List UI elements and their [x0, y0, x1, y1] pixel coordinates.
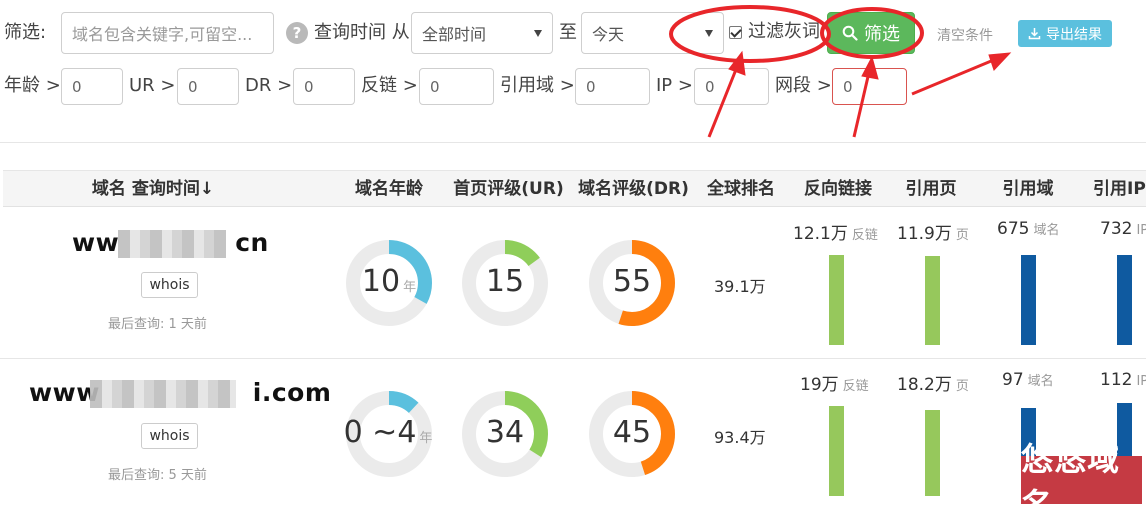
ref-pages-metric: 11.9万页 — [897, 219, 969, 244]
backlinks-value: 19万 — [800, 375, 839, 395]
dr-threshold-input[interactable]: 0 — [293, 68, 355, 105]
dr-value: 55 — [612, 264, 652, 299]
time-from-select[interactable]: 全部时间 — [411, 12, 553, 54]
backlinks-unit: 反链 — [851, 228, 878, 243]
col-backlinks-header: 反向链接 — [804, 179, 872, 199]
time-to-select[interactable]: 今天 — [581, 12, 724, 54]
age-unit: 年 — [419, 431, 433, 446]
ref-ips-unit: IP — [1136, 223, 1146, 238]
ur-threshold-input[interactable]: 0 — [177, 68, 239, 105]
backlinks-bar — [829, 406, 844, 496]
ref-pages-bar — [925, 256, 940, 345]
ref-ips-unit: IP — [1136, 374, 1146, 389]
time-to-value: 今天 — [592, 25, 625, 44]
segment-threshold-input[interactable]: 0 — [832, 68, 907, 105]
backlinks-bar — [829, 255, 844, 345]
clear-conditions-link[interactable]: 清空条件 — [937, 25, 993, 45]
query-time-label: 查询时间 从 — [314, 22, 410, 43]
row-divider — [0, 358, 1146, 359]
col-ref-pages-header: 引用页 — [905, 179, 957, 199]
grey-words-label[interactable]: 过滤灰词 — [748, 20, 820, 44]
table-header: 域名 查询时间↓ 域名年龄 首页评级(UR) 域名评级(DR) 全球排名 反向链… — [3, 170, 1146, 207]
ref-pages-bar — [925, 410, 940, 496]
global-rank: 39.1万 — [714, 277, 766, 296]
col-rank-header: 全球排名 — [707, 179, 775, 199]
backlinks-metric: 12.1万 反链 — [793, 219, 878, 244]
redacted-block — [118, 230, 226, 258]
dr-value: 45 — [612, 415, 652, 450]
backlink-threshold-label: 反链 > — [361, 75, 418, 96]
ur-value: 15 — [485, 264, 525, 299]
filter-button-label: 筛选 — [864, 24, 900, 45]
col-domain-header[interactable]: 域名 查询时间↓ — [63, 171, 243, 208]
segment-threshold-label: 网段 > — [775, 75, 832, 96]
filter-button[interactable]: 筛选 — [827, 12, 915, 54]
chevron-down-icon — [705, 30, 713, 37]
ref-domains-bar — [1021, 255, 1036, 345]
help-icon[interactable]: ? — [286, 22, 308, 44]
ref-domain-threshold-label: 引用域 > — [500, 75, 575, 96]
keyword-input[interactable]: 域名包含关键字,可留空... — [61, 12, 274, 54]
ip-threshold-input[interactable]: 0 — [694, 68, 769, 105]
ref-pages-unit: 页 — [955, 228, 969, 243]
backlinks-unit: 反链 — [842, 379, 869, 394]
col-ref-ips-header: 引用IP — [1093, 179, 1146, 199]
backlinks-value: 12.1万 — [793, 224, 848, 244]
dr-threshold-label: DR > — [245, 75, 293, 96]
global-rank: 93.4万 — [714, 428, 766, 447]
ur-value: 34 — [485, 415, 525, 450]
time-from-value: 全部时间 — [422, 25, 487, 44]
col-ur-header: 首页评级(UR) — [453, 179, 564, 199]
ref-domains-metric: 675 域名 — [997, 219, 1059, 239]
export-button-label: 导出结果 — [1046, 26, 1102, 43]
watermark-logo: 悠悠域名 — [1021, 440, 1142, 511]
last-query-text: 最后查询: 1 天前 — [108, 317, 207, 332]
col-age-header: 域名年龄 — [355, 179, 423, 199]
export-button[interactable]: 导出结果 — [1018, 20, 1112, 47]
age-value: 10 年 — [346, 264, 432, 299]
ref-domains-unit: 域名 — [1033, 223, 1060, 238]
ref-pages-unit: 页 — [955, 379, 969, 394]
whois-button[interactable]: whois — [141, 272, 198, 298]
ref-pages-value: 11.9万 — [897, 224, 952, 244]
age-unit: 年 — [403, 280, 417, 295]
ref-pages-value: 18.2万 — [897, 375, 952, 395]
chevron-down-icon — [534, 30, 542, 37]
ref-ips-metric: 112 IP — [1100, 370, 1146, 390]
ref-domains-unit: 域名 — [1027, 374, 1054, 389]
age-value: 0 ~4 年 — [338, 415, 438, 450]
ref-domains-value: 675 — [997, 219, 1030, 239]
download-icon — [1028, 28, 1041, 40]
backlink-threshold-input[interactable]: 0 — [419, 68, 494, 105]
age-text: 10 — [361, 264, 401, 299]
age-threshold-input[interactable]: 0 — [61, 68, 123, 105]
ur-threshold-label: UR > — [129, 75, 176, 96]
ref-domains-metric: 97 域名 — [1002, 370, 1054, 390]
redacted-block — [90, 380, 236, 408]
col-dr-header: 域名评级(DR) — [578, 179, 689, 199]
whois-button[interactable]: whois — [141, 423, 198, 449]
ref-domain-threshold-input[interactable]: 0 — [575, 68, 650, 105]
filter-label: 筛选: — [4, 22, 47, 43]
age-threshold-label: 年龄 > — [4, 75, 61, 96]
ref-ips-value: 112 — [1100, 370, 1133, 390]
ref-ips-metric: 732 IP — [1100, 219, 1146, 239]
backlinks-metric: 19万 反链 — [800, 370, 869, 395]
ref-ips-value: 732 — [1100, 219, 1133, 239]
col-ref-domains-header: 引用域 — [1002, 179, 1054, 199]
to-label: 至 — [559, 22, 577, 43]
domain-suffix: cn — [235, 228, 269, 257]
annotation-arrow-export — [911, 52, 1012, 96]
domain-suffix: i.com — [252, 378, 332, 407]
search-icon — [842, 25, 858, 41]
domain-prefix: ww — [72, 228, 120, 257]
age-text: 0 ~4 — [343, 415, 417, 450]
grey-words-checkbox[interactable] — [729, 26, 742, 39]
ref-pages-metric: 18.2万页 — [897, 370, 969, 395]
last-query-text: 最后查询: 5 天前 — [108, 468, 207, 483]
ref-domains-value: 97 — [1002, 370, 1024, 390]
ip-threshold-label: IP > — [656, 75, 693, 96]
ref-ips-bar — [1117, 255, 1132, 345]
filter-divider — [0, 142, 1146, 143]
